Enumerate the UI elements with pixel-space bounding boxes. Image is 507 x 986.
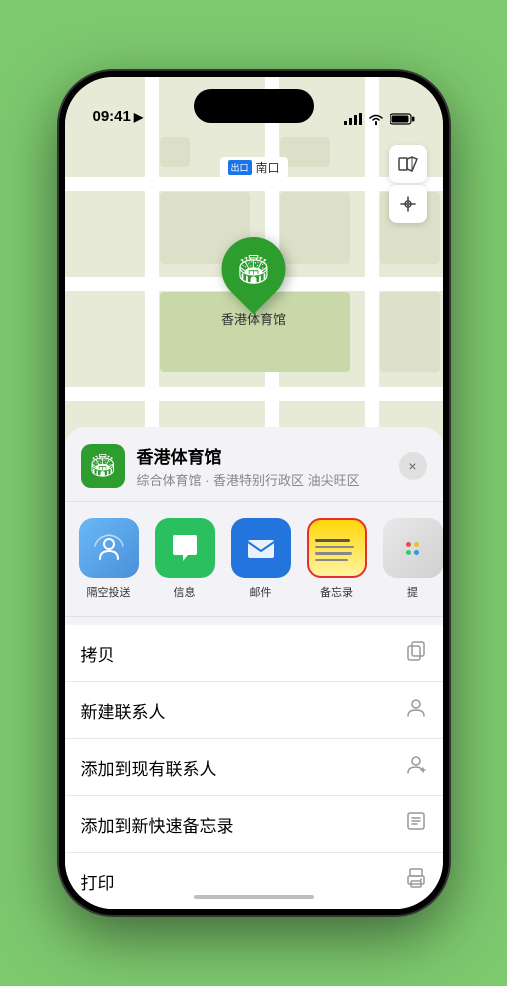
phone-frame: 09:41 ▶ [59, 71, 449, 915]
place-subtitle: 综合体育馆 · 香港特别行政区 油尖旺区 [137, 470, 387, 489]
place-name: 香港体育馆 [137, 443, 387, 468]
location-label-text: 南口 [256, 159, 280, 176]
compass-icon [399, 195, 417, 213]
dot-yellow [414, 542, 419, 547]
action-print[interactable]: 打印 [65, 853, 443, 909]
pin-icon: 🏟 [208, 224, 299, 315]
notes-line-2 [315, 546, 355, 549]
action-add-existing-label: 添加到现有联系人 [81, 755, 217, 780]
map-type-button[interactable] [389, 145, 427, 183]
notes-line-3 [315, 552, 352, 555]
more-label: 提 [407, 584, 418, 600]
place-info: 香港体育馆 综合体育馆 · 香港特别行政区 油尖旺区 [137, 443, 387, 489]
add-contact-icon [405, 753, 427, 781]
map-block [280, 192, 350, 264]
quick-note-icon [405, 810, 427, 838]
dot-row-1 [406, 542, 419, 547]
contact-icon [405, 696, 427, 724]
bottom-sheet: 🏟 香港体育馆 综合体育馆 · 香港特别行政区 油尖旺区 × [65, 427, 443, 909]
action-quick-note[interactable]: 添加到新快速备忘录 [65, 796, 443, 853]
notes-label: 备忘录 [320, 584, 353, 600]
pin-emoji: 🏟 [236, 253, 272, 286]
action-print-label: 打印 [81, 869, 115, 894]
exit-tag: 出口 [227, 160, 251, 175]
notes-icon [307, 518, 367, 578]
airdrop-icon [79, 518, 139, 578]
dot-green [406, 550, 411, 555]
print-svg [405, 867, 427, 889]
notes-line-4 [315, 559, 348, 562]
share-item-mail[interactable]: 邮件 [229, 518, 293, 600]
notes-line-1 [315, 539, 350, 542]
notes-lines [309, 531, 365, 565]
copy-icon [405, 639, 427, 667]
copy-svg [405, 639, 427, 661]
add-contact-svg [405, 753, 427, 775]
place-icon: 🏟 [81, 444, 125, 488]
action-list: 拷贝 新建联系人 [65, 625, 443, 909]
airdrop-svg [92, 531, 126, 565]
location-button[interactable] [389, 185, 427, 223]
wifi-icon [368, 113, 384, 125]
road [65, 387, 443, 401]
location-pin: 🏟 香港体育馆 [221, 237, 286, 328]
contact-svg [405, 696, 427, 718]
place-header: 🏟 香港体育馆 综合体育馆 · 香港特别行政区 油尖旺区 × [65, 443, 443, 502]
mail-svg [244, 531, 278, 565]
status-icons [344, 113, 415, 125]
print-icon [405, 867, 427, 895]
dot-red [406, 542, 411, 547]
dynamic-island [194, 89, 314, 123]
status-time: 09:41 ▶ [93, 108, 144, 125]
map-icon [398, 154, 418, 174]
share-item-notes[interactable]: 备忘录 [305, 518, 369, 600]
battery-icon [390, 113, 415, 125]
message-label: 信息 [174, 584, 196, 600]
dot-blue [414, 550, 419, 555]
quick-note-svg [405, 810, 427, 832]
road [65, 177, 443, 191]
action-quick-note-label: 添加到新快速备忘录 [81, 812, 234, 837]
close-button[interactable]: × [399, 452, 427, 480]
location-arrow-icon: ▶ [134, 110, 143, 124]
dot-row-2 [406, 550, 419, 555]
action-add-existing-contact[interactable]: 添加到现有联系人 [65, 739, 443, 796]
signal-icon [344, 113, 362, 125]
share-item-message[interactable]: 信息 [153, 518, 217, 600]
action-copy[interactable]: 拷贝 [65, 625, 443, 682]
share-item-airdrop[interactable]: 隔空投送 [77, 518, 141, 600]
home-indicator [194, 895, 314, 899]
message-icon [155, 518, 215, 578]
airdrop-label: 隔空投送 [87, 584, 131, 600]
action-copy-label: 拷贝 [81, 641, 115, 666]
close-icon: × [408, 458, 416, 474]
more-icon [383, 518, 443, 578]
phone-screen: 09:41 ▶ [65, 77, 443, 909]
more-dots [383, 518, 443, 578]
mail-label: 邮件 [250, 584, 272, 600]
location-label: 出口 南口 [219, 157, 287, 178]
time-display: 09:41 [93, 108, 131, 125]
share-item-more[interactable]: 提 [381, 518, 443, 600]
action-new-contact[interactable]: 新建联系人 [65, 682, 443, 739]
map-controls [389, 145, 427, 223]
mail-icon [231, 518, 291, 578]
map-block [380, 292, 440, 372]
action-new-contact-label: 新建联系人 [81, 698, 166, 723]
message-svg [168, 531, 202, 565]
share-row: 隔空投送 信息 [65, 502, 443, 617]
map-block [160, 137, 190, 167]
